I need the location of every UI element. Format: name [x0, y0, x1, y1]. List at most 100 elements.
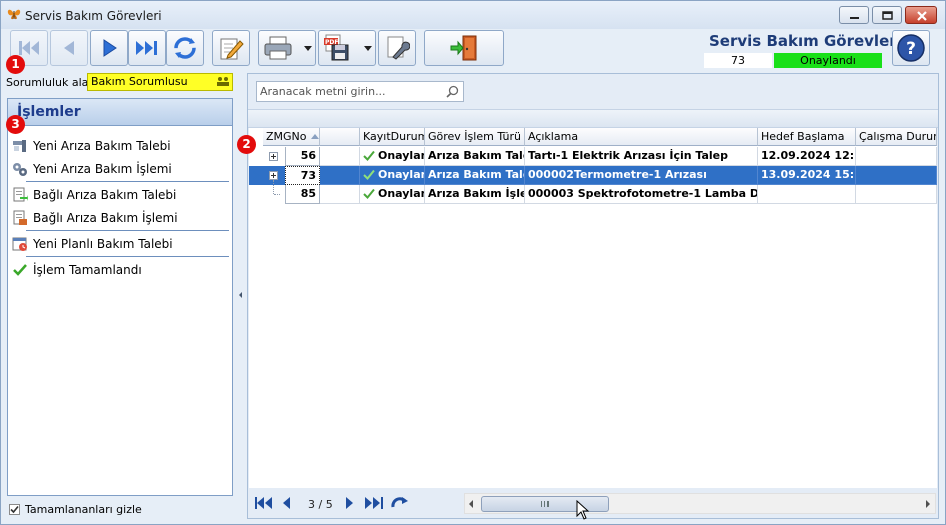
last-page-icon[interactable]: [364, 496, 384, 510]
column-label: Görev İşlem Türü: [428, 130, 521, 143]
approved-check-icon: [363, 188, 375, 199]
cell-work-status: [856, 147, 937, 166]
responsibility-label: Sorumluluk alanı: [6, 76, 99, 89]
search-input[interactable]: Aranacak metni girin...: [256, 81, 464, 102]
panel-splitter-arrow[interactable]: [239, 292, 242, 298]
edit-button[interactable]: [212, 30, 250, 66]
svg-text:?: ?: [906, 39, 916, 59]
responsibility-field[interactable]: Bakım Sorumlusu: [87, 73, 233, 91]
cell-target-start: 12.09.2024 12:12: [758, 147, 856, 166]
ops-item-label: Bağlı Arıza Bakım Talebi: [33, 188, 177, 202]
restore-icon: [882, 11, 893, 20]
cell-zmgno: 85: [285, 185, 320, 204]
ops-item-linked-fault-request[interactable]: Bağlı Arıza Bakım Talebi: [12, 186, 227, 204]
column-label: ZMGNo: [266, 130, 307, 143]
first-record-icon: [19, 41, 39, 55]
cell-blank: [320, 166, 360, 185]
group-panel: [248, 109, 938, 128]
reload-icon[interactable]: [390, 496, 410, 510]
checkmark-icon: [10, 505, 19, 514]
ops-item-label: İşlem Tamamlandı: [33, 263, 142, 277]
minimize-button[interactable]: [839, 6, 869, 24]
print-dropdown-arrow[interactable]: [304, 46, 312, 51]
responsibility-value: Bakım Sorumlusu: [91, 75, 188, 88]
pdf-save-icon: PDF: [324, 34, 349, 61]
column-label: Hedef Başlama: [761, 130, 845, 143]
tree-line: [273, 180, 274, 194]
approved-check-icon: [363, 169, 375, 180]
minimize-icon: [850, 17, 859, 19]
ops-item-label: Bağlı Arıza Bakım İşlemi: [33, 211, 178, 225]
export-dropdown-arrow[interactable]: [364, 46, 372, 51]
tree-line: [274, 194, 280, 195]
next-record-button[interactable]: [90, 30, 128, 66]
annotation-badge: 3: [6, 115, 25, 134]
cell-type: Arıza Bakım Talebi: [425, 147, 525, 166]
column-header-target-start[interactable]: Hedef Başlama: [758, 128, 856, 146]
hide-completed-checkbox[interactable]: [9, 504, 20, 515]
ops-item-new-fault-operation[interactable]: Yeni Arıza Bakım İşlemi: [12, 160, 227, 178]
cell-type: Arıza Bakım Talebi: [425, 166, 525, 185]
column-header-description[interactable]: Açıklama: [525, 128, 758, 146]
grid-navigator: 3 / 5: [248, 488, 938, 518]
document-wrench-icon: [387, 36, 410, 60]
row-indicator-icon: [252, 171, 260, 180]
exit-button[interactable]: [424, 30, 504, 66]
first-page-icon[interactable]: [254, 496, 274, 510]
help-button[interactable]: ?: [892, 30, 930, 66]
toolbar: PDF Servis Bakım Görevleri 73 Onaylandı …: [1, 29, 945, 69]
previous-record-icon: [64, 41, 74, 55]
record-status-badge: Onaylandı: [774, 53, 882, 68]
column-header-type[interactable]: Görev İşlem Türü: [425, 128, 525, 146]
cell-status: Onaylandı: [360, 185, 425, 204]
print-button[interactable]: [258, 30, 316, 66]
table-row-selected[interactable]: 73 Onaylandı Arıza Bakım Talebi 000002Te…: [249, 166, 937, 185]
table-row[interactable]: 85 Onaylandı Arıza Bakım İşlemi 000003 S…: [249, 180, 937, 204]
refresh-button[interactable]: [166, 30, 204, 66]
new-planned-request-icon: [12, 237, 27, 251]
column-label: Çalışma Durumu: [859, 130, 936, 143]
cell-status: Onaylandı: [360, 166, 425, 185]
column-header-blank[interactable]: [320, 128, 360, 146]
page-title: Servis Bakım Görevleri: [709, 32, 902, 50]
previous-record-button[interactable]: [50, 30, 88, 66]
expand-icon[interactable]: [269, 152, 278, 161]
scroll-left-icon[interactable]: [469, 500, 473, 508]
column-header-status[interactable]: KayıtDurumu: [360, 128, 425, 146]
column-header-zmgno[interactable]: ZMGNo: [263, 128, 320, 146]
table-row[interactable]: 56 Onaylandı Arıza Bakım Talebi Tartı-1 …: [249, 147, 937, 166]
export-pdf-button[interactable]: PDF: [318, 30, 376, 66]
horizontal-scrollbar[interactable]: [464, 493, 936, 514]
ops-item-new-fault-request[interactable]: Yeni Arıza Bakım Talebi: [12, 137, 227, 155]
ops-separator: [26, 181, 229, 182]
column-label: Açıklama: [528, 130, 579, 143]
cell-blank: [320, 147, 360, 166]
users-icon[interactable]: [216, 76, 230, 88]
search-icon[interactable]: [446, 85, 459, 98]
column-header-work-status[interactable]: Çalışma Durumu: [856, 128, 937, 146]
operations-title: İşlemler: [8, 99, 232, 126]
last-record-button[interactable]: [128, 30, 166, 66]
previous-page-icon[interactable]: [280, 496, 292, 510]
ops-item-label: Yeni Arıza Bakım Talebi: [33, 139, 171, 153]
linked-fault-request-icon: [13, 187, 28, 202]
ops-item-linked-fault-operation[interactable]: Bağlı Arıza Bakım İşlemi: [12, 209, 227, 227]
cell-work-status: [856, 185, 937, 204]
ops-item-label: Yeni Planlı Bakım Talebi: [33, 237, 173, 251]
cell-description: Tartı-1 Elektrik Arızası İçin Talep: [525, 147, 758, 166]
scroll-right-icon[interactable]: [926, 500, 930, 508]
ops-item-complete[interactable]: İşlem Tamamlandı: [12, 261, 227, 279]
cell-target-start: 13.09.2024 15:20: [758, 166, 856, 185]
settings-button[interactable]: [378, 30, 416, 66]
next-page-icon[interactable]: [344, 496, 356, 510]
cell-blank: [320, 185, 360, 204]
butterfly-icon: [7, 9, 21, 20]
app-window: Servis Bakım Görevleri PDF Servis Bakım …: [0, 0, 946, 525]
new-fault-operation-icon: [13, 163, 27, 176]
ops-item-new-planned-request[interactable]: Yeni Planlı Bakım Talebi: [12, 235, 227, 253]
operations-panel: İşlemler Yeni Arıza Bakım Talebi Yeni Ar…: [7, 98, 233, 496]
cell-description: 000003 Spektrofotometre-1 Lamba Değişimi: [525, 185, 758, 204]
maximize-button[interactable]: [872, 6, 902, 24]
close-button[interactable]: [905, 6, 937, 24]
expand-icon[interactable]: [269, 171, 278, 180]
